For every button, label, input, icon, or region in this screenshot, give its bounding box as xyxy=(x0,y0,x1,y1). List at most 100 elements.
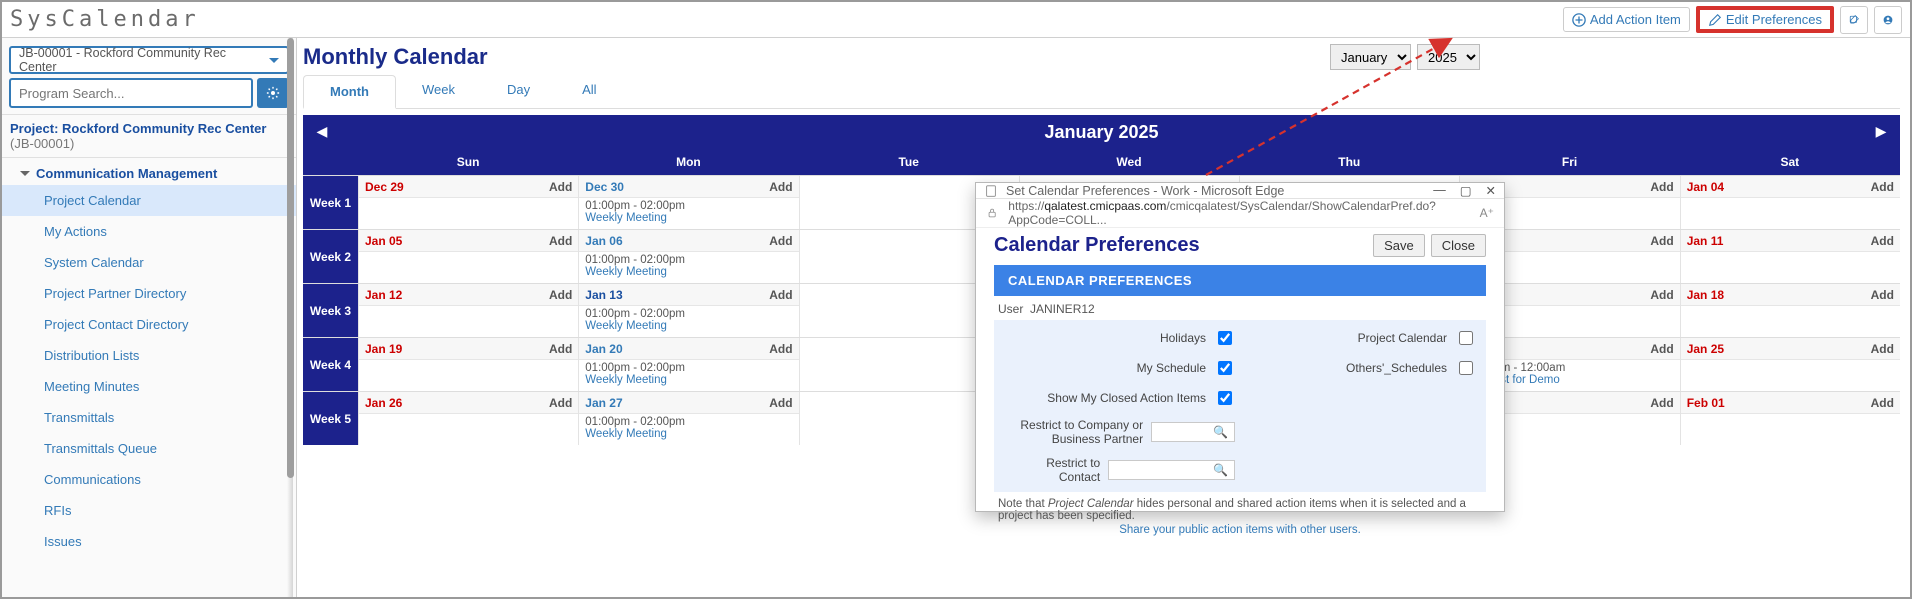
day-cell[interactable]: Jan 05Add xyxy=(358,230,578,283)
close-window-button[interactable]: ✕ xyxy=(1486,183,1496,198)
reader-mode-icon[interactable]: A⁺ xyxy=(1480,206,1494,220)
day-cell[interactable]: Jan 25Add xyxy=(1680,338,1900,391)
day-cell[interactable]: Jan 27 Add 01:00pm - 02:00pmWeekly Meeting xyxy=(578,392,798,445)
day-cell[interactable]: Jan 13Add01:00pm - 02:00pmWeekly Meeting xyxy=(578,284,798,337)
day-cell[interactable]: Dec 29Add xyxy=(358,176,578,229)
add-event-button[interactable]: Add xyxy=(1871,396,1894,410)
nav-item-rfis[interactable]: RFIs xyxy=(2,495,296,526)
calendar-event[interactable]: 01:00pm - 02:00pmWeekly Meeting xyxy=(579,252,798,280)
day-date: Jan 27 xyxy=(585,396,622,410)
user-menu-button[interactable] xyxy=(1874,6,1902,34)
project-select[interactable]: JB-00001 - Rockford Community Rec Center xyxy=(9,46,289,74)
year-select[interactable]: 2025 xyxy=(1417,44,1480,70)
nav-item-project-calendar[interactable]: Project Calendar xyxy=(2,185,296,216)
add-event-button[interactable]: Add xyxy=(549,342,572,356)
maximize-button[interactable]: ▢ xyxy=(1460,183,1472,198)
add-event-button[interactable]: Add xyxy=(769,396,792,410)
week-label: Week 2 xyxy=(303,230,358,283)
restrict-contact-input[interactable]: 🔍 xyxy=(1108,460,1235,480)
add-event-button[interactable]: Add xyxy=(769,342,792,356)
closed-items-checkbox[interactable] xyxy=(1218,391,1232,405)
nav-item-communications[interactable]: Communications xyxy=(2,464,296,495)
project-calendar-checkbox[interactable] xyxy=(1459,331,1473,345)
others-schedules-checkbox[interactable] xyxy=(1459,361,1473,375)
nav-item-contact-directory[interactable]: Project Contact Directory xyxy=(2,309,296,340)
add-event-button[interactable]: Add xyxy=(549,234,572,248)
day-cell[interactable]: Jan 04Add xyxy=(1680,176,1900,229)
restrict-contact-label: Restrict to Contact xyxy=(1004,456,1100,484)
day-cell[interactable]: Jan 20Add01:00pm - 02:00pmWeekly Meeting xyxy=(578,338,798,391)
popup-titlebar[interactable]: Set Calendar Preferences - Work - Micros… xyxy=(976,183,1504,199)
add-event-button[interactable]: Add xyxy=(549,396,572,410)
nav-item-distribution-lists[interactable]: Distribution Lists xyxy=(2,340,296,371)
day-date: Jan 06 xyxy=(585,234,622,248)
user-label: User xyxy=(998,302,1023,316)
preferences-popup: Set Calendar Preferences - Work - Micros… xyxy=(975,182,1505,512)
add-event-button[interactable]: Add xyxy=(1650,396,1673,410)
day-cell[interactable]: Feb 01Add xyxy=(1680,392,1900,445)
add-event-button[interactable]: Add xyxy=(769,234,792,248)
day-cell[interactable]: Jan 26Add xyxy=(358,392,578,445)
tab-month[interactable]: Month xyxy=(303,75,396,109)
search-settings-button[interactable] xyxy=(257,78,289,108)
save-button[interactable]: Save xyxy=(1373,234,1425,257)
add-event-button[interactable]: Add xyxy=(1871,288,1894,302)
add-event-button[interactable]: Add xyxy=(769,288,792,302)
nav-item-partner-directory[interactable]: Project Partner Directory xyxy=(2,278,296,309)
day-date: Jan 18 xyxy=(1687,288,1724,302)
tab-day[interactable]: Day xyxy=(481,74,556,108)
nav-item-system-calendar[interactable]: System Calendar xyxy=(2,247,296,278)
add-event-button[interactable]: Add xyxy=(1871,342,1894,356)
calendar-event[interactable]: 01:00pm - 02:00pmWeekly Meeting xyxy=(579,306,798,334)
calendar-event[interactable]: 01:00pm - 02:00pmWeekly Meeting xyxy=(579,198,798,226)
note-prefix: Note that xyxy=(998,498,1048,510)
day-cell[interactable]: Jan 06 Add 01:00pm - 02:00pmWeekly Meeting xyxy=(578,230,798,283)
sidebar: JB-00001 - Rockford Community Rec Center… xyxy=(2,38,297,597)
prev-month-button[interactable]: ◄ xyxy=(313,122,331,143)
add-event-button[interactable]: Add xyxy=(549,288,572,302)
month-select[interactable]: January xyxy=(1330,44,1411,70)
add-event-button[interactable]: Add xyxy=(1650,288,1673,302)
tab-all[interactable]: All xyxy=(556,74,622,108)
add-event-button[interactable]: Add xyxy=(1650,180,1673,194)
share-link[interactable]: Share your public action items with othe… xyxy=(998,524,1482,536)
day-cell[interactable]: Jan 18 Add xyxy=(1680,284,1900,337)
my-schedule-checkbox[interactable] xyxy=(1218,361,1232,375)
minimize-button[interactable]: — xyxy=(1433,183,1446,198)
add-event-button[interactable]: Add xyxy=(1871,180,1894,194)
close-button[interactable]: Close xyxy=(1431,234,1486,257)
day-cell[interactable]: Jan 11Add xyxy=(1680,230,1900,283)
calendar-nav: ◄ January 2025 ► xyxy=(303,115,1900,149)
day-cell[interactable]: Jan 12Add xyxy=(358,284,578,337)
share-link-label: Share your public action items with othe… xyxy=(1119,524,1361,536)
nav-item-transmittals[interactable]: Transmittals xyxy=(2,402,296,433)
tab-week[interactable]: Week xyxy=(396,74,481,108)
add-event-button[interactable]: Add xyxy=(1650,342,1673,356)
day-cell[interactable]: Dec 30Add01:00pm - 02:00pmWeekly Meeting xyxy=(578,176,798,229)
search-icon[interactable]: 🔍 xyxy=(1213,463,1228,477)
calendar-event[interactable]: 01:00pm - 02:00pmWeekly Meeting xyxy=(579,414,798,442)
compose-button[interactable] xyxy=(1840,6,1868,34)
nav-item-label: Transmittals xyxy=(44,410,114,425)
add-event-button[interactable]: Add xyxy=(1650,234,1673,248)
holidays-checkbox[interactable] xyxy=(1218,331,1232,345)
search-icon[interactable]: 🔍 xyxy=(1213,425,1228,439)
calendar-event[interactable]: 01:00pm - 02:00pmWeekly Meeting xyxy=(579,360,798,388)
nav-section-toggle[interactable]: Communication Management xyxy=(2,158,296,185)
restrict-company-input[interactable]: 🔍 xyxy=(1151,422,1235,442)
next-month-button[interactable]: ► xyxy=(1872,122,1890,143)
add-event-button[interactable]: Add xyxy=(549,180,572,194)
program-search-input[interactable] xyxy=(9,78,253,108)
edit-preferences-button[interactable]: Edit Preferences xyxy=(1696,6,1834,33)
chevron-down-icon xyxy=(20,171,30,181)
sidebar-scrollbar-thumb[interactable] xyxy=(287,38,294,478)
add-action-item-button[interactable]: Add Action Item xyxy=(1563,7,1690,32)
day-cell[interactable]: Jan 19Add xyxy=(358,338,578,391)
nav-item-transmittals-queue[interactable]: Transmittals Queue xyxy=(2,433,296,464)
add-event-button[interactable]: Add xyxy=(1871,234,1894,248)
nav-item-meeting-minutes[interactable]: Meeting Minutes xyxy=(2,371,296,402)
nav-item-my-actions[interactable]: My Actions xyxy=(2,216,296,247)
add-event-button[interactable]: Add xyxy=(769,180,792,194)
nav-item-issues[interactable]: Issues xyxy=(2,526,296,557)
nav-item-label: Transmittals Queue xyxy=(44,441,157,456)
